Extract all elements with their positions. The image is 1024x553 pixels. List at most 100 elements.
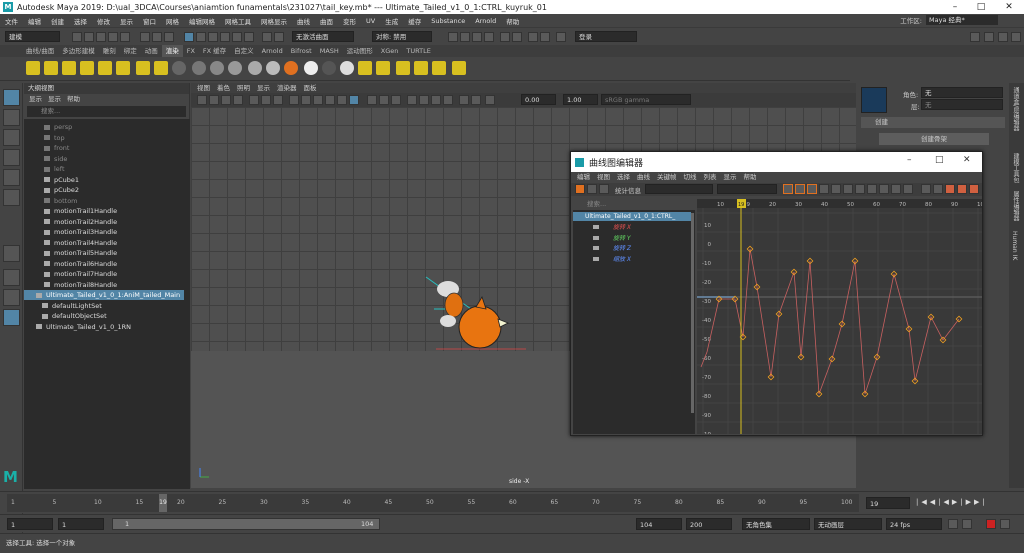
spline-tangent-icon[interactable] (819, 184, 829, 194)
shelf-tab[interactable]: 雕刻 (99, 45, 120, 57)
layer-dropdown[interactable]: 无 (921, 99, 1003, 110)
current-frame-field[interactable]: 19 (866, 497, 910, 509)
outliner-menu-item[interactable]: 帮助 (67, 94, 80, 105)
workspace-dropdown[interactable]: Maya 经典* (926, 15, 998, 25)
rotate-x-curve[interactable] (700, 248, 960, 395)
colorspace-dropdown[interactable]: sRGB gamma (601, 94, 691, 105)
menu-item[interactable]: UV (361, 17, 380, 25)
close-button[interactable]: ✕ (996, 0, 1022, 14)
spot-light-icon[interactable] (80, 61, 94, 75)
menu-item[interactable]: 文件 (0, 16, 23, 26)
ipr-icon[interactable] (396, 61, 410, 75)
bookmark-icon[interactable] (221, 95, 231, 105)
lattice-icon[interactable] (599, 184, 609, 194)
construction-icon[interactable] (274, 32, 284, 42)
menu-item[interactable]: 生成 (380, 16, 403, 26)
undo-icon[interactable] (108, 32, 118, 42)
move-key-icon[interactable] (575, 184, 585, 194)
side-tab-attribute-editor[interactable]: 属性编辑器 (1011, 191, 1020, 221)
select-component-icon[interactable] (164, 32, 174, 42)
outliner-item[interactable]: pCube2 (24, 185, 184, 195)
outliner-item[interactable]: top (24, 133, 184, 143)
outliner-search-input[interactable]: 搜索... (27, 106, 186, 117)
graph-menu-item[interactable]: 编辑 (577, 172, 590, 183)
outliner-item[interactable]: defaultObjectSet (24, 311, 184, 321)
snap-curve-icon[interactable] (208, 32, 218, 42)
attribute-editor-icon[interactable] (984, 32, 994, 42)
curve-stats-icon[interactable] (957, 184, 967, 194)
graph-channel-item[interactable]: 缩放 X (573, 255, 631, 264)
graph-menu-item[interactable]: 关键帧 (657, 172, 677, 183)
dark-sphere-icon[interactable] (322, 61, 336, 75)
menu-item[interactable]: 网格工具 (220, 16, 256, 26)
panel-menu-show[interactable]: 显示 (257, 83, 270, 93)
shelf-tab[interactable]: FX 缓存 (199, 45, 230, 57)
swap-buffer-icon[interactable] (933, 184, 943, 194)
menu-item[interactable]: 显示 (115, 16, 138, 26)
shelf-tab[interactable]: MASH (316, 45, 343, 57)
menu-item[interactable]: 缓存 (403, 16, 426, 26)
snap-point-icon[interactable] (220, 32, 230, 42)
hypershade-shelf-icon[interactable] (432, 61, 446, 75)
fps-dropdown[interactable]: 24 fps (886, 518, 942, 530)
smooth-shade-icon[interactable] (301, 95, 311, 105)
snap-view-icon[interactable] (232, 32, 242, 42)
shelf-tab[interactable]: 多边形建模 (58, 45, 99, 57)
scene-start-field[interactable]: 1 (7, 518, 53, 530)
exposure-input[interactable]: 0.00 (521, 94, 556, 105)
ipr-render-icon[interactable] (460, 32, 470, 42)
shelf-tab[interactable]: 渲染 (161, 45, 183, 57)
symmetry-dropdown[interactable]: 对称: 禁用 (372, 31, 432, 42)
new-scene-icon[interactable] (72, 32, 82, 42)
create-section-header[interactable]: 创建 (861, 117, 1005, 128)
role-dropdown[interactable]: 无 (921, 87, 1003, 98)
range-bar[interactable]: 1 104 (112, 518, 380, 530)
maximize-button[interactable]: □ (968, 0, 994, 14)
render-current-icon[interactable] (376, 61, 390, 75)
shadows-icon[interactable] (407, 95, 417, 105)
outliner-item[interactable]: motionTrail7Handle (24, 269, 184, 279)
snap-live-icon[interactable] (244, 32, 254, 42)
tool-settings-icon[interactable] (998, 32, 1008, 42)
graph-maximize-button[interactable]: □ (935, 155, 944, 165)
fox-character[interactable] (416, 269, 531, 359)
graph-channel-item[interactable]: 旋转 X (573, 223, 631, 232)
plateau-tangent-icon[interactable] (879, 184, 889, 194)
outliner-item[interactable]: pCube1 (24, 175, 184, 185)
preferences-icon[interactable] (1000, 519, 1010, 529)
pause-icon[interactable] (540, 32, 550, 42)
shelf-tab[interactable]: 自定义 (230, 45, 258, 57)
select-tool-icon[interactable] (3, 89, 20, 106)
select-hierarchy-icon[interactable] (140, 32, 150, 42)
shelf-tab[interactable]: 动画 (141, 45, 162, 57)
live-surface-dropdown[interactable]: 无激活曲面 (292, 31, 354, 42)
outliner-item[interactable]: motionTrail8Handle (24, 280, 184, 290)
area-light-icon[interactable] (98, 61, 112, 75)
xray-joints-icon[interactable] (379, 95, 389, 105)
paint-select-icon[interactable] (3, 129, 20, 146)
outliner-item[interactable]: left (24, 164, 184, 174)
gamma-icon[interactable] (485, 95, 495, 105)
film-gate-icon[interactable] (261, 95, 271, 105)
hypershade-icon[interactable] (484, 32, 494, 42)
depth-of-field-icon[interactable] (459, 95, 469, 105)
auto-key-icon[interactable] (962, 519, 972, 529)
outliner-item[interactable]: motionTrail2Handle (24, 217, 184, 227)
graph-channel-item[interactable]: 旋转 Z (573, 244, 631, 253)
layout-icon[interactable] (970, 32, 980, 42)
single-perspective-layout-icon[interactable] (3, 245, 20, 262)
phonge-sphere-icon[interactable] (228, 61, 242, 75)
stats-field-1[interactable] (645, 184, 713, 194)
grid-toggle-icon[interactable] (249, 95, 259, 105)
outliner-menu-item[interactable]: 显示 (48, 94, 61, 105)
white-sphere-icon[interactable] (304, 61, 318, 75)
outliner-item[interactable]: persp (24, 122, 184, 132)
dope-sheet-icon[interactable] (969, 184, 979, 194)
graph-menu-item[interactable]: 视图 (597, 172, 610, 183)
camera-icon[interactable] (136, 61, 150, 75)
shelf-tab[interactable]: 绑定 (120, 45, 141, 57)
lights-icon[interactable] (337, 95, 347, 105)
panel-menu-renderer[interactable]: 渲染器 (277, 83, 297, 93)
graph-search-input[interactable]: 搜索... (573, 199, 695, 210)
stats-field-2[interactable] (717, 184, 777, 194)
